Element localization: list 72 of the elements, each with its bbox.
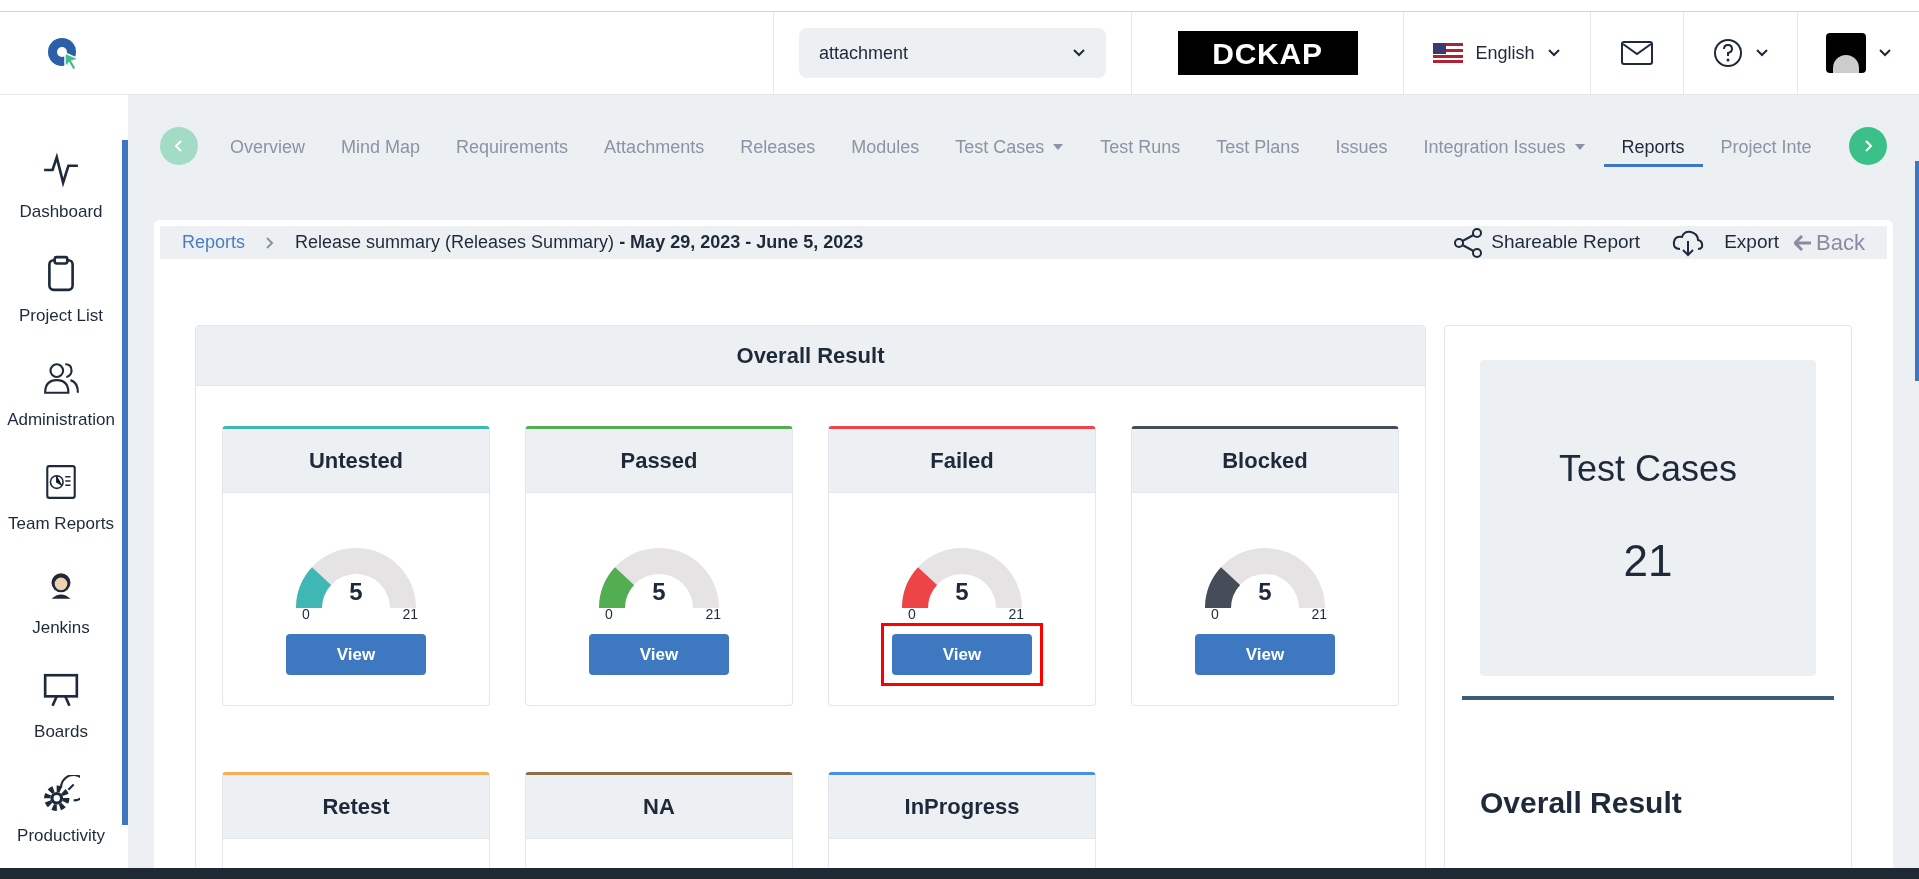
summary-label: Test Cases xyxy=(1558,447,1738,491)
nav-tab[interactable]: Issues xyxy=(1317,127,1406,167)
gauge-min-label: 0 xyxy=(908,607,916,621)
gauge-value: 5 xyxy=(1257,580,1273,604)
sidebar-item[interactable]: Boards xyxy=(34,719,88,745)
card-title: Retest xyxy=(223,775,489,839)
gauge-min-label: 0 xyxy=(302,607,310,621)
nav-tab[interactable]: Test Cases xyxy=(937,127,1083,167)
caret-icon[interactable] xyxy=(1754,48,1769,58)
card-title: Untested xyxy=(223,429,489,493)
nav-tab[interactable]: Attachments xyxy=(586,127,723,167)
sidebar-item[interactable]: Project List xyxy=(18,303,104,329)
project-select[interactable]: attachment xyxy=(799,28,1106,78)
breadcrumb-link[interactable]: Reports xyxy=(182,229,246,256)
caret-icon[interactable] xyxy=(1072,48,1086,58)
nav-tab[interactable]: Project Inte xyxy=(1702,127,1830,167)
pulse-icon[interactable] xyxy=(42,151,80,189)
back-link[interactable]: Back xyxy=(1816,226,1865,259)
view-button[interactable]: View xyxy=(286,634,426,675)
avatar[interactable] xyxy=(1825,33,1866,73)
dropdown-caret-icon[interactable] xyxy=(1573,143,1586,151)
panel-header: Overall Result xyxy=(196,326,1425,386)
summary-count: 21 xyxy=(1623,535,1673,587)
us-flag-icon xyxy=(1433,43,1464,63)
view-button[interactable]: View xyxy=(589,634,729,675)
nav-tab[interactable]: Test Runs xyxy=(1082,127,1199,167)
card-title: Passed xyxy=(526,429,792,493)
help-icon[interactable] xyxy=(1712,38,1743,68)
gauge-min-label: 0 xyxy=(1211,607,1219,621)
chevron-right-icon xyxy=(265,235,276,250)
gauge-max-label: 21 xyxy=(1311,607,1327,621)
nav-tab[interactable]: Overview xyxy=(212,127,323,167)
gauge-max-label: 21 xyxy=(402,607,418,621)
cloud-download-icon[interactable] xyxy=(1672,228,1705,257)
nav-tab[interactable]: Test Plans xyxy=(1198,127,1318,167)
back-arrow-icon[interactable] xyxy=(1794,234,1813,251)
card-title: Failed xyxy=(829,429,1095,493)
dropdown-caret-icon[interactable] xyxy=(1052,143,1065,151)
mail-icon[interactable] xyxy=(1621,41,1653,65)
caret-icon[interactable] xyxy=(1546,48,1561,58)
sidebar-item[interactable]: Dashboard xyxy=(19,199,103,225)
card-title: Blocked xyxy=(1132,429,1398,493)
brand-logo: DCKAP xyxy=(1177,31,1358,75)
section-title: Overall Result xyxy=(1480,785,1683,821)
caret-icon[interactable] xyxy=(1877,48,1892,58)
card-title: NA xyxy=(526,775,792,839)
report-title: Release summary (Releases Summary) - May 29, 2023 - June 5, 2023 xyxy=(295,231,864,254)
view-button[interactable]: View xyxy=(892,634,1032,675)
view-button[interactable]: View xyxy=(1195,634,1335,675)
nav-tab[interactable]: Reports xyxy=(1603,127,1703,167)
board-icon[interactable] xyxy=(42,671,80,709)
export-link[interactable]: Export xyxy=(1724,228,1780,257)
shareable-report-link[interactable]: Shareable Report xyxy=(1491,228,1641,257)
gauge-max-label: 21 xyxy=(705,607,721,621)
gauge-value: 5 xyxy=(651,580,667,604)
gauge-max-label: 21 xyxy=(1008,607,1024,621)
sidebar-item[interactable]: Jenkins xyxy=(32,615,90,641)
nav-tab[interactable]: Requirements xyxy=(438,127,587,167)
language-selector[interactable]: English xyxy=(1475,39,1535,67)
nav-tab[interactable]: Modules xyxy=(833,127,938,167)
nav-tab[interactable]: Releases xyxy=(722,127,834,167)
sidebar-item[interactable]: Administration xyxy=(7,407,115,433)
gear-icon[interactable] xyxy=(42,775,80,813)
sidebar-item[interactable]: Team Reports xyxy=(8,511,114,537)
share-icon[interactable] xyxy=(1453,226,1484,259)
sidebar-item[interactable]: Productivity xyxy=(17,823,105,849)
gauge-value: 5 xyxy=(348,580,364,604)
nav-tab[interactable]: Mind Map xyxy=(323,127,439,167)
nav-tab[interactable]: Integration Issues xyxy=(1405,127,1604,167)
gauge-value: 5 xyxy=(954,580,970,604)
gauge-min-label: 0 xyxy=(605,607,613,621)
card-title: InProgress xyxy=(829,775,1095,839)
